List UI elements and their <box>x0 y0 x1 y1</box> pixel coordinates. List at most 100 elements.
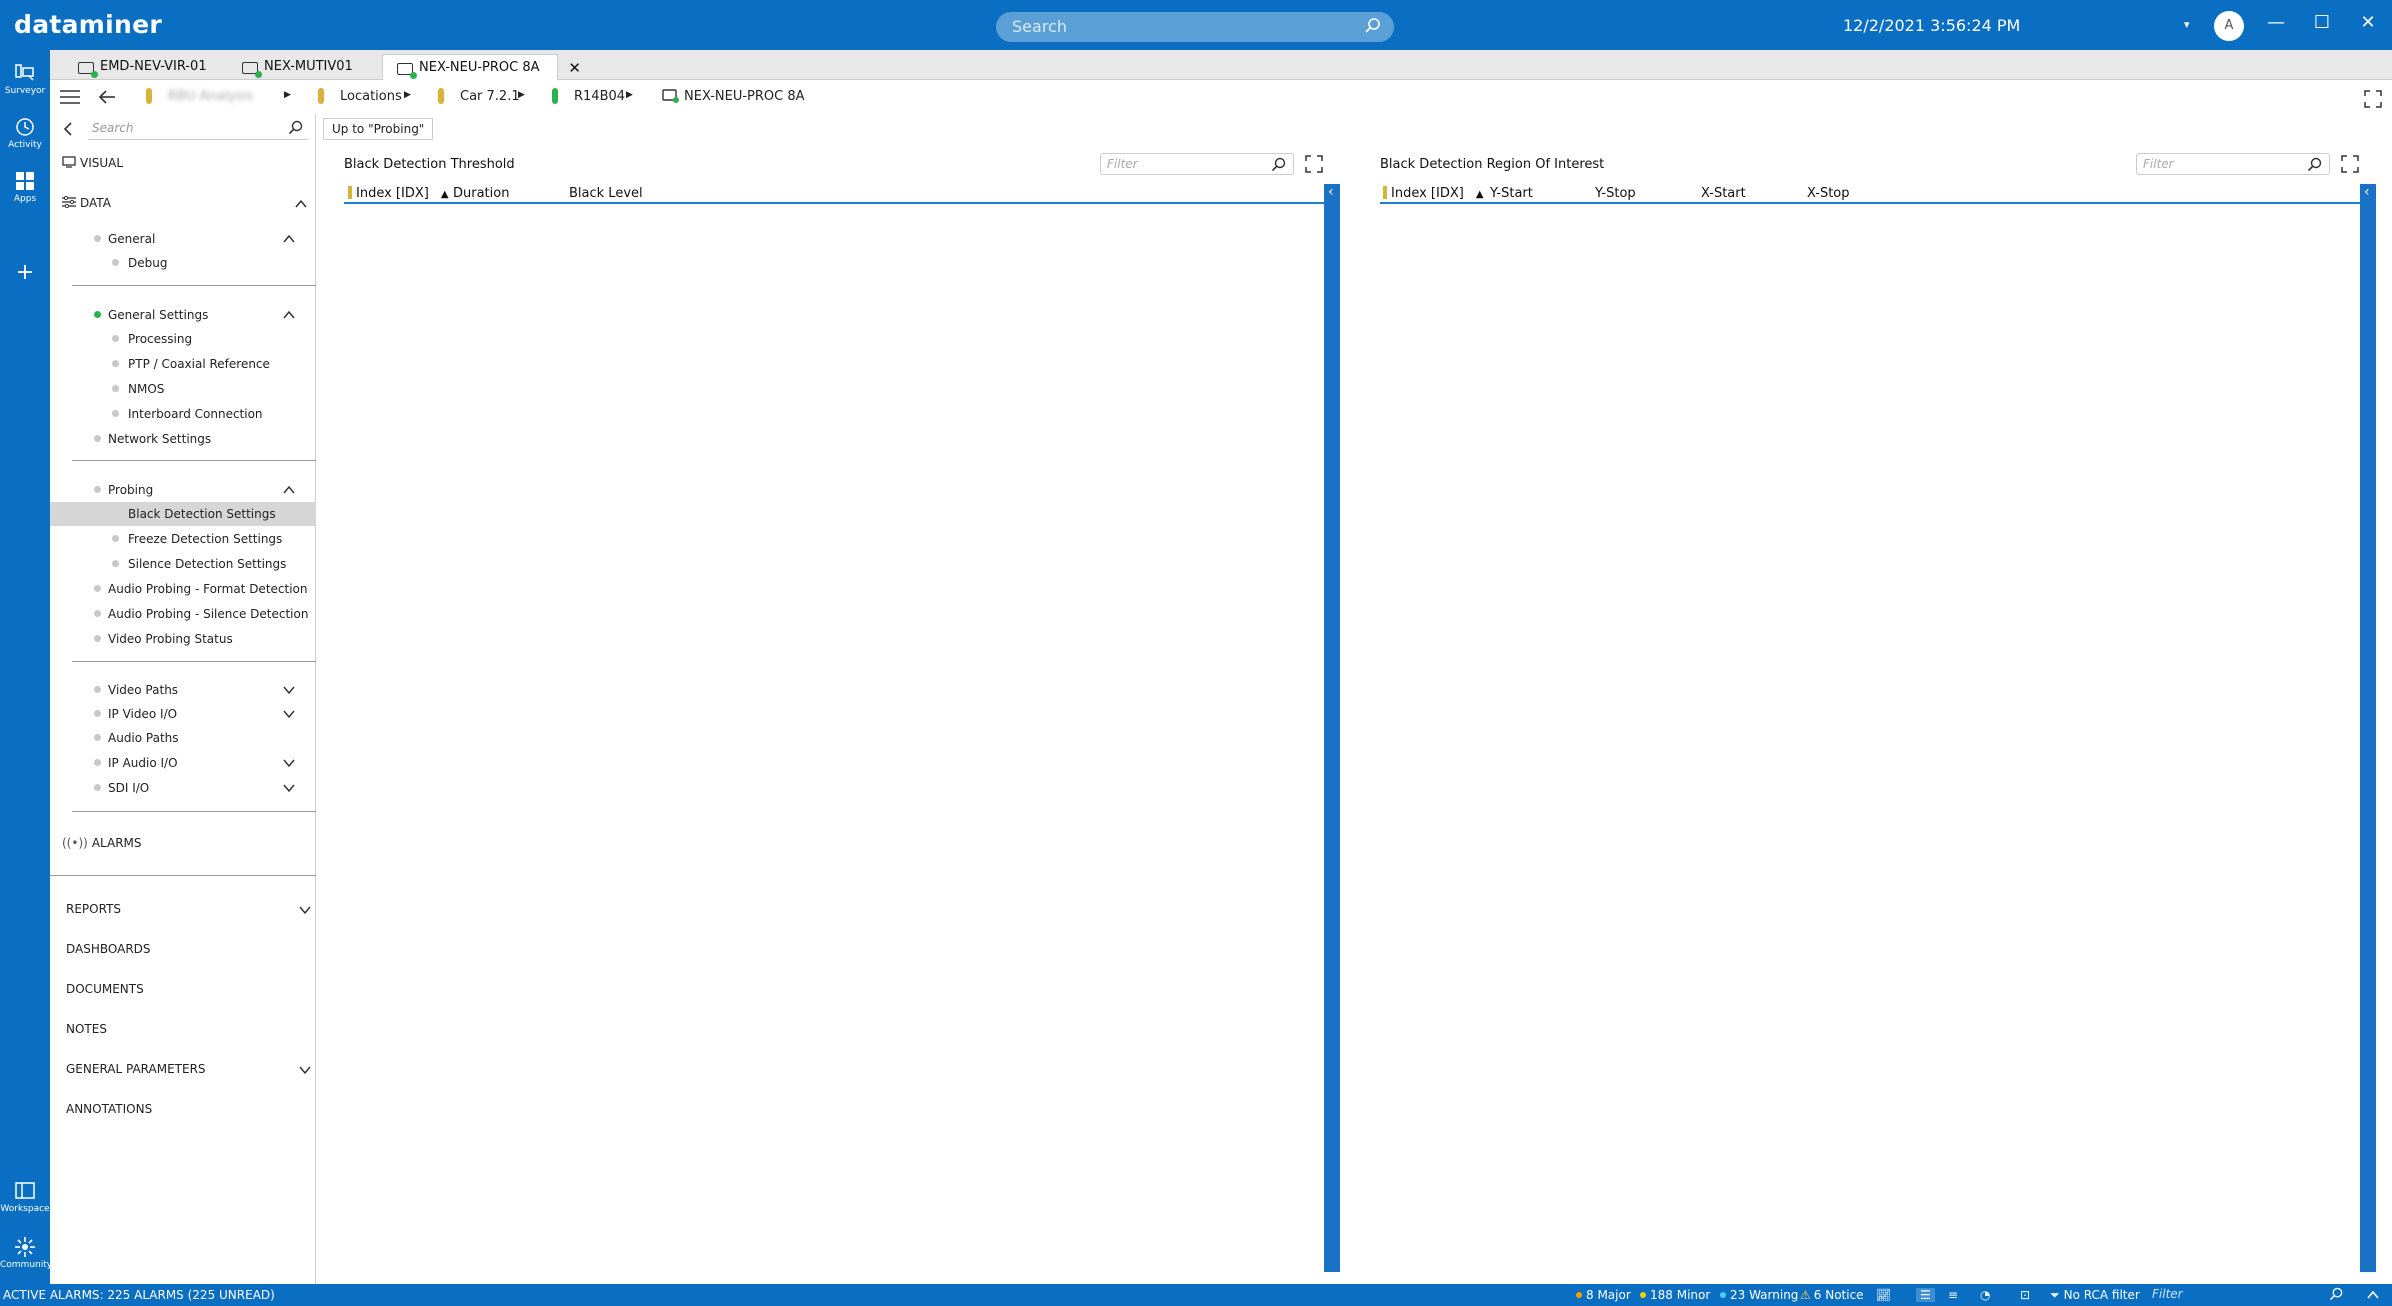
close-icon[interactable]: ✕ <box>2356 12 2380 33</box>
clock-dropdown-icon[interactable]: ▾ <box>2184 18 2190 31</box>
notice-alarms-count[interactable]: ⚠ 6 Notice <box>1800 1288 1864 1302</box>
breadcrumb-caret-icon[interactable]: ▶ <box>518 90 525 100</box>
sort-ascending-icon[interactable]: ▲ <box>441 189 449 200</box>
minor-alarms-count[interactable]: 188 Minor <box>1640 1288 1710 1302</box>
maximize-icon[interactable]: ☐ <box>2310 12 2334 33</box>
right-panel-collapse-bar[interactable] <box>2360 184 2376 1272</box>
breadcrumb-element[interactable]: NEX-NEU-PROC 8A <box>662 89 805 104</box>
sidebar-item-video-status[interactable]: Video Probing Status <box>50 628 316 650</box>
chevron-down-icon[interactable] <box>298 1063 312 1077</box>
sidebar-back-icon[interactable] <box>62 122 74 136</box>
column-header-black-level[interactable]: Black Level <box>569 186 643 201</box>
sidebar-item-probing[interactable]: Probing <box>50 479 316 501</box>
tab-nex-neu-proc-8a[interactable]: NEX-NEU-PROC 8A ✕ <box>382 54 581 80</box>
column-header-index[interactable]: Index [IDX] ▲ <box>1383 186 1484 201</box>
active-alarms-status[interactable]: ACTIVE ALARMS: 225 ALARMS (225 UNREAD) <box>3 1288 275 1302</box>
sidebar-data[interactable]: DATA <box>62 195 316 211</box>
tab-emd-nev-vir-01[interactable]: EMD-NEV-VIR-01 <box>64 54 215 80</box>
filter-input-left[interactable]: Filter <box>1100 153 1294 175</box>
sidebar-item-sdi[interactable]: SDI I/O <box>50 777 316 799</box>
sidebar-visual[interactable]: VISUAL <box>62 156 123 170</box>
sidebar-item-ip-video[interactable]: IP Video I/O <box>50 703 316 725</box>
sidebar-search-input[interactable]: Search <box>88 118 308 140</box>
column-header-duration[interactable]: Duration <box>453 186 509 201</box>
tab-nex-mutiv01[interactable]: NEX-MUTIV01 <box>228 54 361 80</box>
search-icon[interactable] <box>2307 157 2323 173</box>
column-header-x-start[interactable]: X-Start <box>1701 186 1746 201</box>
rca-filter[interactable]: ⏷ No RCA filter <box>2050 1288 2140 1303</box>
column-header-y-stop[interactable]: Y-Stop <box>1595 186 1636 201</box>
sidebar-item-interboard[interactable]: Interboard Connection <box>50 403 316 425</box>
sidebar-item-black-detection[interactable]: Black Detection Settings <box>50 502 316 526</box>
breadcrumb-car[interactable]: Car 7.2.1 <box>438 88 520 104</box>
search-icon[interactable] <box>1271 157 1287 173</box>
sort-ascending-icon[interactable]: ▲ <box>1476 189 1484 200</box>
sidebar-item-debug[interactable]: Debug <box>50 252 316 274</box>
rail-community[interactable]: Community <box>0 1236 52 1270</box>
chevron-up-icon[interactable] <box>282 483 296 497</box>
rail-surveyor[interactable]: Surveyor <box>0 62 50 96</box>
hamburger-menu-icon[interactable] <box>60 89 80 105</box>
chevron-down-icon[interactable] <box>282 756 296 770</box>
expand-panel-icon[interactable] <box>2341 155 2359 173</box>
chevron-down-icon[interactable] <box>282 781 296 795</box>
sidebar-item-audio-paths[interactable]: Audio Paths <box>50 727 316 749</box>
chevron-up-icon[interactable] <box>294 197 308 211</box>
sidebar-item-freeze-detection[interactable]: Freeze Detection Settings <box>50 528 316 550</box>
major-alarms-count[interactable]: 8 Major <box>1576 1288 1631 1302</box>
chevron-down-icon[interactable] <box>298 903 312 917</box>
tab-close-icon[interactable]: ✕ <box>568 59 581 77</box>
sidebar-reports[interactable]: REPORTS <box>66 902 316 916</box>
avatar[interactable]: A <box>2214 11 2244 41</box>
back-arrow-icon[interactable] <box>98 89 116 105</box>
sidebar-item-audio-silence[interactable]: Audio Probing - Silence Detection <box>50 603 316 625</box>
left-panel-collapse-bar[interactable] <box>1324 184 1340 1272</box>
trend-icon[interactable]: 📈︎ <box>1876 1288 1891 1302</box>
sidebar-item-general[interactable]: General <box>50 228 316 250</box>
breadcrumb-caret-icon[interactable]: ▶ <box>404 90 411 100</box>
breadcrumb-locations[interactable]: Locations <box>318 88 402 104</box>
add-icon[interactable]: + <box>0 260 50 285</box>
warning-alarms-count[interactable]: 23 Warning <box>1720 1288 1798 1302</box>
sidebar-annotations[interactable]: ANNOTATIONS <box>66 1102 152 1116</box>
sidebar-item-ptp[interactable]: PTP / Coaxial Reference <box>50 353 316 375</box>
chevron-up-icon[interactable] <box>282 308 296 322</box>
expand-panel-icon[interactable] <box>1305 155 1323 173</box>
rail-workspace[interactable]: Workspace <box>0 1180 50 1214</box>
chevron-up-icon[interactable] <box>2366 1289 2380 1301</box>
up-to-probing-button[interactable]: Up to "Probing" <box>323 118 434 140</box>
search-icon[interactable] <box>288 120 304 136</box>
sidebar-item-general-settings[interactable]: General Settings <box>50 304 316 326</box>
global-search-input[interactable]: Search <box>996 12 1394 42</box>
sidebar-documents[interactable]: DOCUMENTS <box>66 982 144 996</box>
minimize-icon[interactable]: — <box>2264 12 2288 33</box>
sidebar-notes[interactable]: NOTES <box>66 1022 107 1036</box>
sidebar-item-processing[interactable]: Processing <box>50 328 316 350</box>
search-icon[interactable] <box>1364 17 1382 39</box>
rail-apps[interactable]: Apps <box>0 170 50 204</box>
list-view-icon[interactable]: ☰ <box>1916 1288 1935 1302</box>
fullscreen-icon[interactable] <box>2364 90 2382 108</box>
sidebar-item-nmos[interactable]: NMOS <box>50 378 316 400</box>
sidebar-general-parameters[interactable]: GENERAL PARAMETERS <box>66 1062 316 1076</box>
column-header-index[interactable]: Index [IDX] ▲ <box>348 186 449 201</box>
sidebar-item-video-paths[interactable]: Video Paths <box>50 679 316 701</box>
sidebar-item-network-settings[interactable]: Network Settings <box>50 428 316 450</box>
sort-icon[interactable]: ≡ <box>1948 1288 1958 1302</box>
breadcrumb-rack[interactable]: R14B04 <box>552 88 625 104</box>
breadcrumb-caret-icon[interactable]: ▶ <box>626 90 633 100</box>
focus-icon[interactable]: ⊡ <box>2020 1288 2030 1302</box>
column-header-y-start[interactable]: Y-Start <box>1490 186 1533 201</box>
chevron-up-icon[interactable] <box>282 232 296 246</box>
pie-chart-icon[interactable]: ◔ <box>1980 1288 1990 1302</box>
rail-activity[interactable]: Activity <box>0 116 50 150</box>
chevron-down-icon[interactable] <box>282 707 296 721</box>
breadcrumb-caret-icon[interactable]: ▶ <box>284 90 291 100</box>
sidebar-dashboards[interactable]: DASHBOARDS <box>66 942 151 956</box>
sidebar-alarms[interactable]: ((•)) ALARMS <box>62 836 142 850</box>
status-filter-input[interactable]: Filter <box>2148 1286 2348 1304</box>
filter-input-right[interactable]: Filter <box>2136 153 2330 175</box>
column-header-x-stop[interactable]: X-Stop <box>1807 186 1850 201</box>
chevron-down-icon[interactable] <box>282 683 296 697</box>
sidebar-item-ip-audio[interactable]: IP Audio I/O <box>50 752 316 774</box>
